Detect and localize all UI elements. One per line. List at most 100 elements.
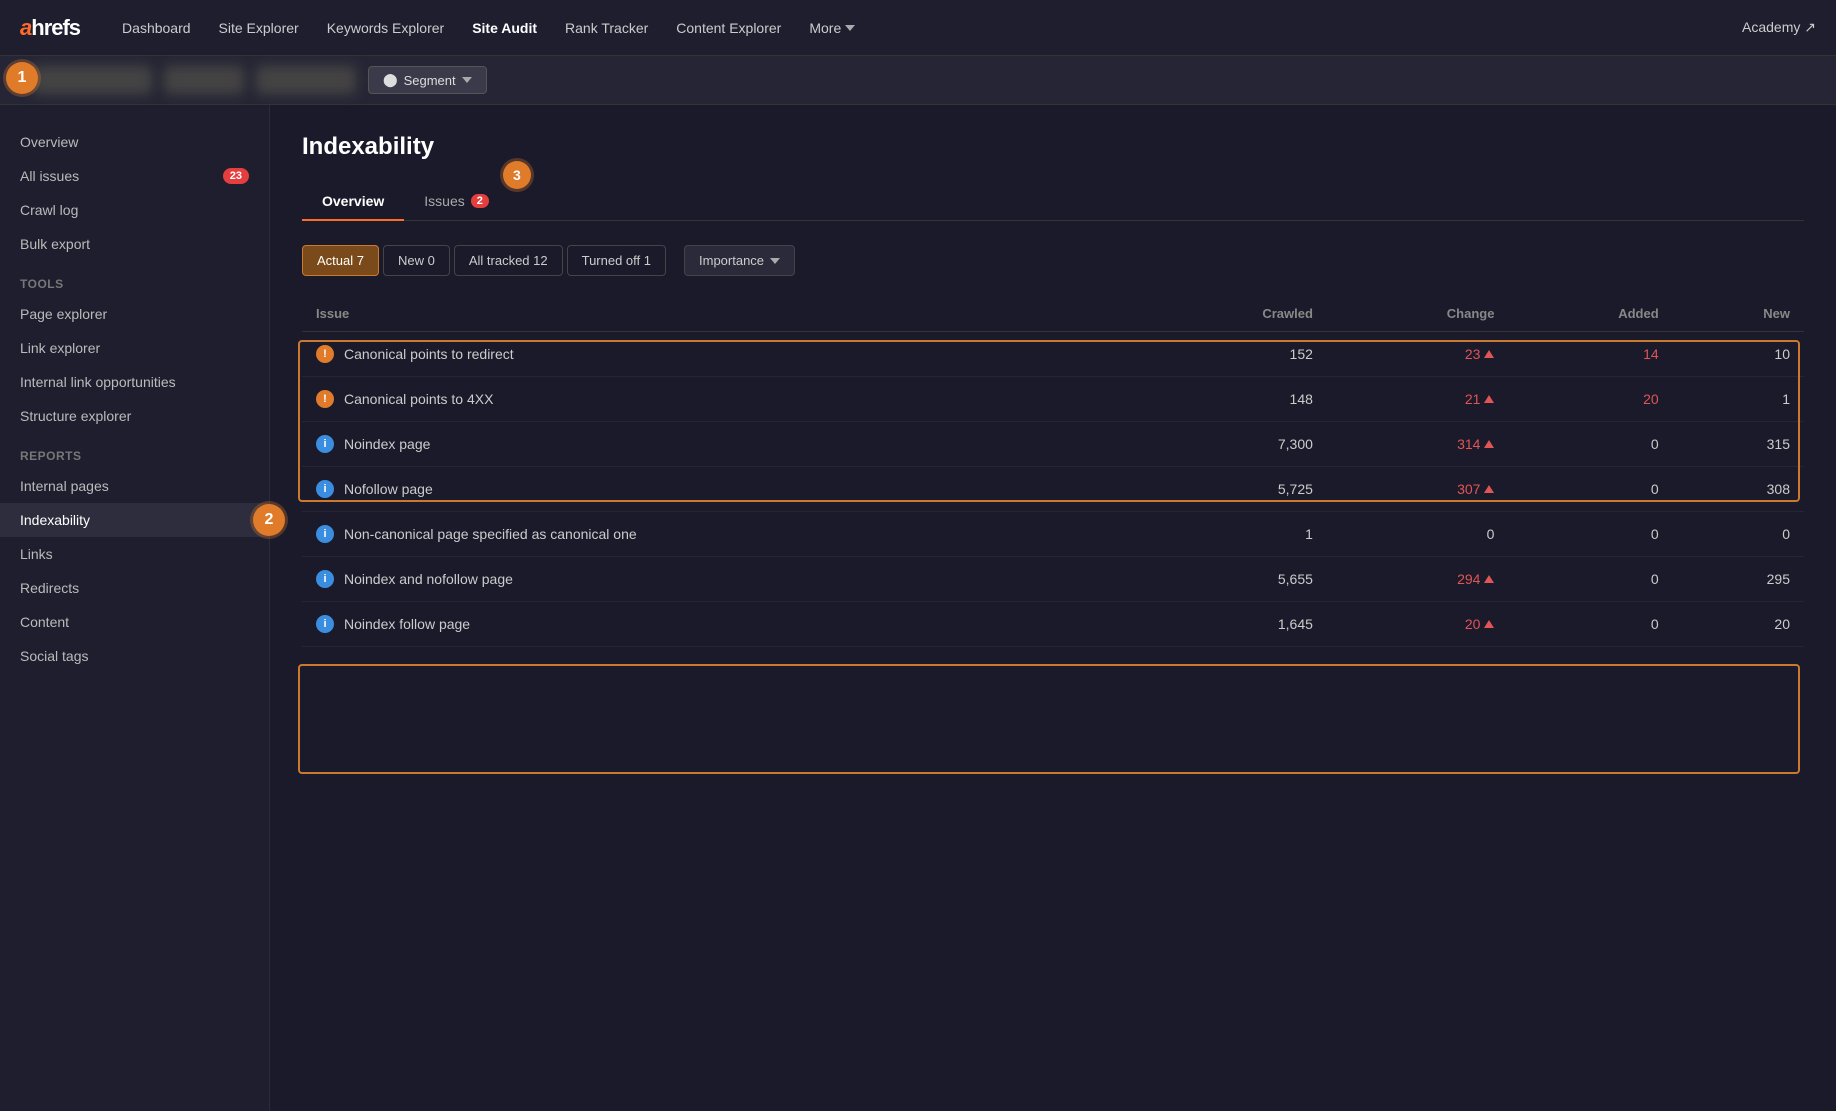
tutorial-badge-2: 2 [253, 504, 285, 536]
up-arrow [1484, 350, 1494, 358]
added-val: 0 [1508, 512, 1672, 557]
tab-issues[interactable]: Issues 2 3 [404, 183, 509, 221]
sidebar: Overview All issues 23 Crawl log Bulk ex… [0, 105, 270, 1111]
sidebar-item-crawl-log[interactable]: Crawl log [0, 193, 269, 227]
sidebar-item-internal-link-opportunities[interactable]: Internal link opportunities [0, 365, 269, 399]
sidebar-item-link-explorer[interactable]: Link explorer [0, 331, 269, 365]
added-val: 20 [1508, 377, 1672, 422]
importance-arrow [770, 258, 780, 264]
content-wrapper: Indexability Overview Issues 2 3 Actual … [302, 133, 1804, 647]
nav-dashboard[interactable]: Dashboard [110, 12, 203, 44]
added-val: 0 [1508, 557, 1672, 602]
issues-table: Issue Crawled Change Added New ! [302, 296, 1804, 647]
info-icon: i [316, 615, 334, 633]
highlight-group-2 [298, 664, 1800, 774]
sidebar-item-content[interactable]: Content [0, 605, 269, 639]
info-icon: i [316, 570, 334, 588]
table-row[interactable]: i Noindex page 7,300 314 [302, 422, 1804, 467]
issue-cell: ! Canonical points to redirect [316, 345, 1124, 363]
blurred-project-name [32, 66, 152, 94]
table-row[interactable]: ! Canonical points to 4XX 148 21 [302, 377, 1804, 422]
segment-dropdown-arrow [462, 77, 472, 83]
sub-header: 1 ⬤ Segment [0, 56, 1836, 105]
col-issue: Issue [302, 296, 1138, 332]
main-layout: Overview All issues 23 Crawl log Bulk ex… [0, 105, 1836, 1111]
sidebar-item-indexability[interactable]: Indexability 2 [0, 503, 269, 537]
nav-content-explorer[interactable]: Content Explorer [664, 12, 793, 44]
nav-site-explorer[interactable]: Site Explorer [207, 12, 311, 44]
nav-keywords-explorer[interactable]: Keywords Explorer [315, 12, 457, 44]
table-row[interactable]: i Noindex follow page 1,645 20 [302, 602, 1804, 647]
nav-site-audit[interactable]: Site Audit [460, 12, 549, 44]
sidebar-item-links[interactable]: Links [0, 537, 269, 571]
issue-cell: i Nofollow page [316, 480, 1124, 498]
added-val: 0 [1508, 467, 1672, 512]
table-row[interactable]: ! Canonical points to redirect 152 23 [302, 332, 1804, 377]
issue-cell: ! Canonical points to 4XX [316, 390, 1124, 408]
added-val: 14 [1508, 332, 1672, 377]
sidebar-item-bulk-export[interactable]: Bulk export [0, 227, 269, 261]
change-up: 294 [1341, 571, 1495, 587]
sidebar-item-structure-explorer[interactable]: Structure explorer [0, 399, 269, 433]
filter-turned-off[interactable]: Turned off 1 [567, 245, 666, 276]
up-arrow [1484, 575, 1494, 583]
sidebar-item-page-explorer[interactable]: Page explorer [0, 297, 269, 331]
info-icon: i [316, 435, 334, 453]
info-icon: i [316, 525, 334, 543]
logo-a: a [20, 15, 31, 40]
issue-cell: i Non-canonical page specified as canoni… [316, 525, 1124, 543]
filter-actual[interactable]: Actual 7 [302, 245, 379, 276]
col-added: Added [1508, 296, 1672, 332]
table-row[interactable]: i Noindex and nofollow page 5,655 294 [302, 557, 1804, 602]
new-val: 1 [1673, 377, 1804, 422]
crawled-val: 5,655 [1138, 557, 1327, 602]
change-up: 23 [1341, 346, 1495, 362]
col-change: Change [1327, 296, 1509, 332]
filter-all-tracked[interactable]: All tracked 12 [454, 245, 563, 276]
tutorial-badge-1: 1 [6, 62, 38, 94]
sidebar-item-internal-pages[interactable]: Internal pages [0, 469, 269, 503]
tab-overview[interactable]: Overview [302, 183, 404, 221]
sidebar-item-overview[interactable]: Overview [0, 125, 269, 159]
blurred-info-2 [256, 66, 356, 94]
sidebar-item-all-issues[interactable]: All issues 23 [0, 159, 269, 193]
crawled-val: 7,300 [1138, 422, 1327, 467]
nav-rank-tracker[interactable]: Rank Tracker [553, 12, 660, 44]
logo[interactable]: ahrefs [20, 15, 80, 41]
main-content: Indexability Overview Issues 2 3 Actual … [270, 105, 1836, 1111]
sidebar-item-redirects[interactable]: Redirects [0, 571, 269, 605]
table-wrapper: Issue Crawled Change Added New ! [302, 296, 1804, 647]
all-issues-badge: 23 [223, 168, 249, 184]
nav-academy[interactable]: Academy ↗ [1742, 19, 1816, 36]
new-val: 308 [1673, 467, 1804, 512]
new-val: 20 [1673, 602, 1804, 647]
table-row[interactable]: i Nofollow page 5,725 307 [302, 467, 1804, 512]
crawled-val: 1,645 [1138, 602, 1327, 647]
page-title: Indexability [302, 133, 1804, 161]
importance-dropdown[interactable]: Importance [684, 245, 795, 276]
issue-cell: i Noindex follow page [316, 615, 1124, 633]
segment-icon: ⬤ [383, 72, 398, 88]
change-up: 21 [1341, 391, 1495, 407]
tutorial-badge-3: 3 [503, 161, 531, 189]
tabs-bar: Overview Issues 2 3 [302, 183, 1804, 221]
crawled-val: 148 [1138, 377, 1327, 422]
new-val: 0 [1673, 512, 1804, 557]
crawled-val: 152 [1138, 332, 1327, 377]
crawled-val: 1 [1138, 512, 1327, 557]
nav-links: Dashboard Site Explorer Keywords Explore… [110, 12, 1742, 44]
blurred-info-1 [164, 66, 244, 94]
filter-bar: Actual 7 New 0 All tracked 12 Turned off… [302, 245, 1804, 276]
table-row[interactable]: i Non-canonical page specified as canoni… [302, 512, 1804, 557]
up-arrow [1484, 620, 1494, 628]
sidebar-item-social-tags[interactable]: Social tags [0, 639, 269, 673]
issue-cell: i Noindex page [316, 435, 1124, 453]
segment-button[interactable]: ⬤ Segment [368, 66, 487, 94]
added-val: 0 [1508, 602, 1672, 647]
warning-icon: ! [316, 390, 334, 408]
nav-right: Academy ↗ [1742, 19, 1816, 36]
col-crawled: Crawled [1138, 296, 1327, 332]
nav-more[interactable]: More [797, 12, 867, 44]
new-val: 315 [1673, 422, 1804, 467]
filter-new[interactable]: New 0 [383, 245, 450, 276]
